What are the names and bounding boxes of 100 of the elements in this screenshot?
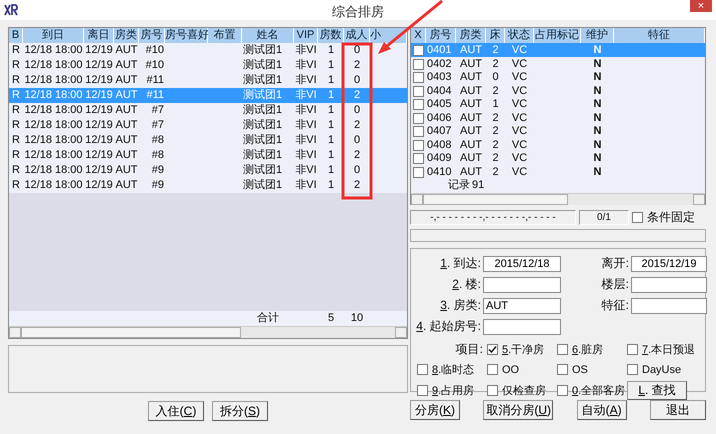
action-button[interactable]: 取消分房(U)	[483, 400, 554, 420]
checkbox[interactable]	[557, 344, 568, 355]
column-header[interactable]: 房号喜好	[165, 28, 208, 43]
checkbox[interactable]	[413, 72, 424, 83]
table-row[interactable]: R 12/18 18:00 12/19 AUT #8 测试团1 非VI 1 0	[9, 133, 407, 148]
column-header[interactable]: 维护	[581, 28, 614, 43]
input-field[interactable]	[631, 276, 707, 292]
input-field[interactable]: 2015/12/19	[631, 256, 707, 272]
table-cell: 非VI	[294, 103, 318, 118]
table-cell-text: VC	[510, 110, 528, 126]
table-cell-text: AUT	[459, 151, 483, 166]
column-header[interactable]: 房类	[456, 28, 486, 43]
search-button[interactable]: L. 查找	[627, 381, 687, 400]
checkbox[interactable]	[627, 344, 638, 355]
table-cell-text: 0403	[426, 70, 452, 85]
checkbox[interactable]	[417, 364, 428, 375]
table-cell-text: 1	[326, 178, 336, 193]
checkbox[interactable]	[417, 385, 428, 396]
table-cell-text: AUT	[114, 118, 138, 133]
table-cell: 12/19	[84, 163, 114, 178]
table-row[interactable]: R 12/18 18:00 12/19 AUT #9 测试团1 非VI 1 2	[9, 178, 407, 193]
checkbox[interactable]	[413, 126, 424, 137]
table-row[interactable]: R 12/18 18:00 12/19 AUT #10 测试团1 非VI 1 0	[9, 43, 407, 58]
table-cell-text: #8	[150, 148, 165, 163]
checkbox[interactable]	[413, 58, 424, 70]
table-cell-text: 0405	[426, 97, 452, 112]
table-cell-text: 2	[352, 58, 362, 73]
column-header[interactable]: 房数	[318, 28, 344, 43]
table-cell: 非VI	[294, 148, 318, 163]
table-cell: 12/19	[84, 103, 114, 118]
field-label: 2. 楼:	[452, 276, 481, 293]
action-button[interactable]: 拆分(S)	[212, 401, 268, 421]
checkbox[interactable]	[413, 140, 424, 150]
action-button[interactable]: 分房(K)	[410, 400, 460, 420]
table-cell-text: 测试团1	[242, 133, 284, 148]
table-row[interactable]: R 12/18 18:00 12/19 AUT #10 测试团1 非VI 1 2	[9, 58, 407, 73]
column-header[interactable]: X	[411, 28, 426, 43]
column-header[interactable]: 到日	[23, 28, 84, 43]
action-button[interactable]: 入住(C)	[148, 401, 204, 421]
column-header[interactable]: 姓名	[242, 28, 294, 43]
column-header[interactable]: 特征	[614, 28, 705, 43]
table-row[interactable]: 0409 AUT 2 VC N	[411, 151, 705, 164]
checkbox[interactable]	[413, 99, 424, 110]
checkbox[interactable]	[413, 153, 424, 164]
table-row[interactable]: 0403 AUT 0 VC N	[411, 70, 705, 84]
column-header[interactable]: 成人	[344, 28, 370, 43]
table-cell: 12/19	[84, 88, 114, 103]
table-cell-text: 0	[352, 163, 362, 178]
column-header[interactable]: 房号	[426, 28, 456, 43]
input-field[interactable]	[483, 318, 561, 334]
action-button[interactable]: 退出	[650, 400, 706, 420]
column-header[interactable]: 状态	[505, 28, 534, 43]
checkbox[interactable]	[413, 45, 424, 56]
column-header[interactable]: 房号	[139, 28, 165, 43]
table-row[interactable]: 0408 AUT 2 VC N	[411, 138, 705, 151]
input-field[interactable]	[483, 276, 561, 292]
table-row[interactable]: R 12/18 18:00 12/19 AUT #11 测试团1 非VI 1 0	[9, 73, 407, 88]
table-row[interactable]: 0407 AUT 2 VC N	[411, 124, 705, 138]
horizontal-scrollbar[interactable]	[9, 326, 407, 338]
column-header[interactable]: 占用标记	[534, 28, 581, 43]
horizontal-scrollbar[interactable]	[411, 193, 705, 205]
checkbox[interactable]	[557, 364, 568, 375]
total-label: 合计	[256, 311, 280, 326]
column-header[interactable]: 床	[486, 28, 505, 43]
column-header[interactable]: B	[9, 28, 23, 43]
table-row[interactable]: R 12/18 18:00 12/19 AUT #8 测试团1 非VI 1 2	[9, 148, 407, 163]
checkbox[interactable]	[557, 385, 568, 396]
table-row[interactable]: 0406 AUT 2 VC N	[411, 110, 705, 124]
table-cell-text: R	[11, 103, 21, 118]
checkbox[interactable]	[487, 364, 498, 375]
input-field[interactable]: 2015/12/18	[483, 256, 561, 272]
table-cell-text: 测试团1	[242, 58, 284, 73]
checkbox[interactable]	[487, 385, 498, 396]
checkbox[interactable]	[627, 364, 638, 375]
checkbox[interactable]	[413, 86, 424, 96]
checkbox[interactable]	[632, 212, 643, 222]
table-row[interactable]: 0404 AUT 2 VC N	[411, 84, 705, 97]
memo-field[interactable]	[8, 345, 408, 393]
action-button[interactable]: 自动(A)	[576, 400, 627, 420]
table-cell-text: #8	[150, 133, 165, 148]
close-button[interactable]: ×	[690, 0, 712, 12]
table-row[interactable]: R 12/18 18:00 12/19 AUT #7 测试团1 非VI 1 0	[9, 103, 407, 118]
checkbox[interactable]	[487, 344, 498, 355]
table-cell-text: AUT	[114, 43, 138, 58]
table-row[interactable]: 0405 AUT 1 VC N	[411, 97, 705, 110]
input-field[interactable]	[631, 298, 707, 314]
input-field[interactable]: AUT	[483, 298, 561, 314]
table-row[interactable]: R 12/18 18:00 12/19 AUT #9 测试团1 非VI 1 0	[9, 163, 407, 178]
column-header[interactable]: 布置	[208, 28, 242, 43]
checkbox[interactable]	[413, 166, 424, 178]
checkbox[interactable]	[413, 112, 424, 124]
table-row[interactable]: R 12/18 18:00 12/19 AUT #7 测试团1 非VI 1 2	[9, 118, 407, 133]
column-header[interactable]: 离日	[84, 28, 114, 43]
checkbox-label: 7.本日预退	[642, 343, 696, 357]
table-row[interactable]: 0402 AUT 2 VC N	[411, 56, 705, 70]
table-row[interactable]: 0410 AUT 2 VC N	[411, 164, 705, 178]
column-header[interactable]: 房类	[114, 28, 139, 43]
table-cell-text: N	[592, 164, 602, 180]
checkbox-label: OS	[572, 364, 588, 376]
column-header[interactable]: VIP	[294, 28, 318, 43]
